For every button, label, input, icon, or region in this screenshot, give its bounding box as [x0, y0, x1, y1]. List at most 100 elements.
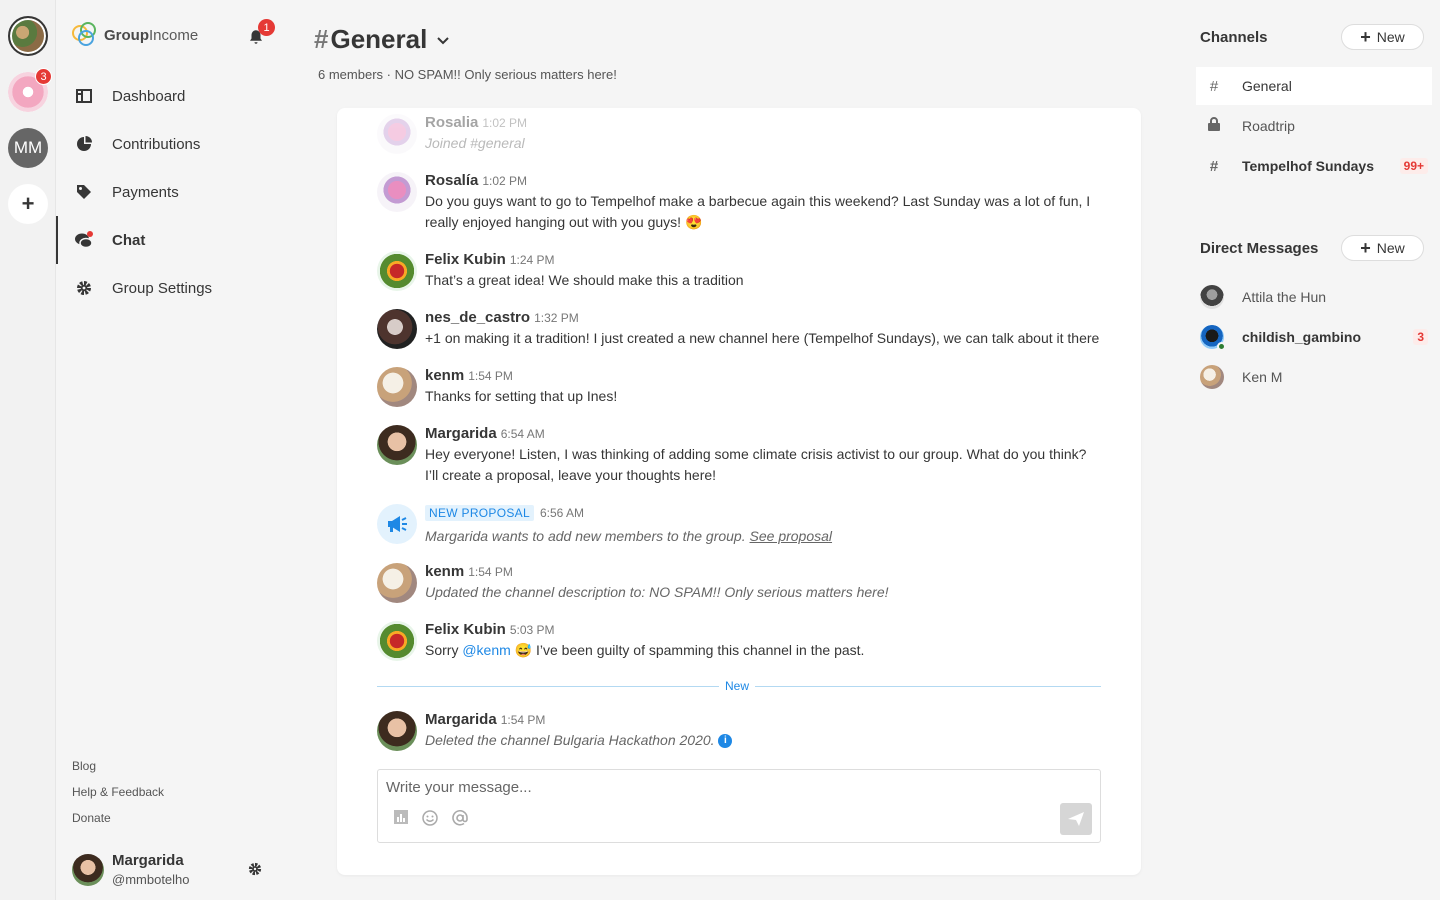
poll-icon[interactable]: [394, 810, 408, 830]
message-text: Do you guys want to go to Tempelhof make…: [425, 193, 1091, 230]
app-logo[interactable]: GroupIncome: [72, 22, 198, 48]
plus-icon: +: [1360, 27, 1371, 47]
avatar: [377, 172, 417, 212]
timestamp: 6:56 AM: [539, 506, 584, 520]
timestamp: 1:24 PM: [509, 253, 555, 267]
see-proposal-link[interactable]: See proposal: [750, 528, 833, 544]
user-settings-gear-icon[interactable]: [248, 862, 262, 876]
blog-link[interactable]: Blog: [72, 759, 96, 773]
user-name: Margarida: [112, 852, 184, 869]
info-icon[interactable]: i: [718, 734, 733, 749]
avatar: [377, 251, 417, 291]
avatar: [377, 425, 417, 465]
new-channel-label: New: [1376, 29, 1405, 45]
timestamp: 1:02 PM: [482, 116, 528, 130]
author-name: Margarida: [425, 425, 497, 442]
add-group-button[interactable]: +: [8, 184, 48, 224]
dm-item-attila[interactable]: Attila the Hun: [1196, 278, 1432, 316]
help-feedback-link[interactable]: Help & Feedback: [72, 785, 164, 799]
channel-title[interactable]: # General: [314, 24, 450, 55]
message-text: Hey everyone! Listen, I was thinking of …: [425, 446, 1087, 483]
chevron-down-icon[interactable]: [437, 32, 450, 48]
new-channel-button[interactable]: + New: [1341, 24, 1424, 50]
channel-label: Roadtrip: [1242, 118, 1295, 134]
message-text: 😅 I’ve been guilty of spamming this chan…: [514, 642, 865, 658]
unread-badge: 3: [1413, 329, 1428, 345]
channels-heading: Channels: [1200, 29, 1268, 46]
message-item: nes_de_castro 1:32 PM +1 on making it a t…: [377, 309, 1101, 349]
group-avatar-mm[interactable]: MM: [8, 128, 48, 168]
timestamp: 1:54 PM: [468, 565, 513, 579]
message-text: +1 on making it a tradition! I just crea…: [425, 330, 1100, 346]
author-name: Rosalía: [425, 172, 479, 189]
nav-item-chat[interactable]: Chat: [72, 222, 282, 258]
message-item: Margarida 6:54 AM Hey everyone! Listen, I…: [377, 425, 1101, 486]
donate-link[interactable]: Donate: [72, 811, 111, 825]
avatar: [377, 309, 417, 349]
author-name: kenm: [425, 367, 465, 384]
channel-item-tempelhof-sundays[interactable]: # Tempelhof Sundays 99+: [1196, 147, 1432, 185]
current-user[interactable]: Margarida @mmbotelho: [72, 852, 190, 887]
nav-item-group-settings[interactable]: Group Settings: [72, 270, 282, 306]
timestamp: 1:54 PM: [500, 713, 546, 727]
plus-icon: +: [1360, 238, 1371, 258]
group-avatar-current[interactable]: [8, 16, 48, 56]
message-text: Sorry: [425, 642, 459, 658]
nav-item-dashboard[interactable]: Dashboard: [72, 78, 282, 114]
proposal-notification: NEW PROPOSAL 6:56 AM Margarida wants to a…: [377, 504, 1101, 547]
group-avatar-donut[interactable]: 3: [8, 68, 52, 112]
nav-item-contributions[interactable]: Contributions: [72, 126, 282, 162]
chat-icon: [72, 231, 96, 249]
message-text: That’s a great idea! We should make this…: [425, 272, 744, 288]
user-mention[interactable]: @kenm: [462, 642, 510, 658]
message-text: Thanks for setting that up Ines!: [425, 388, 618, 404]
nav-item-payments[interactable]: Payments: [72, 174, 282, 210]
tag-icon: [72, 184, 96, 200]
hash-icon: #: [1209, 157, 1219, 175]
active-indicator: [56, 216, 58, 264]
channel-item-general[interactable]: # General: [1196, 67, 1432, 105]
avatar: [377, 114, 417, 154]
mention-icon[interactable]: [452, 810, 468, 830]
notification-badge: 1: [258, 19, 275, 36]
message-item: kenm 1:54 PM Updated the channel descript…: [377, 563, 1101, 603]
nav-label: Chat: [112, 231, 146, 249]
channel-item-roadtrip[interactable]: Roadtrip: [1196, 107, 1432, 145]
timestamp: 5:03 PM: [509, 623, 555, 637]
message-item: Felix Kubin 1:24 PM That’s a great idea! …: [377, 251, 1101, 291]
hash-icon: #: [1209, 77, 1219, 95]
new-proposal-tag: NEW PROPOSAL: [425, 505, 534, 521]
dm-label: Ken M: [1242, 369, 1283, 385]
avatar: [72, 853, 104, 886]
online-status-dot: [1217, 342, 1226, 351]
message-input[interactable]: Write your message...: [386, 779, 532, 796]
timestamp: 6:54 AM: [500, 427, 545, 441]
author-name: Felix Kubin: [425, 251, 506, 268]
message-item: kenm 1:54 PM Thanks for setting that up I…: [377, 367, 1101, 407]
message-text: Updated the channel description to: NO S…: [425, 584, 889, 600]
emoji-icon[interactable]: [422, 810, 438, 830]
timestamp: 1:54 PM: [468, 369, 513, 383]
lock-icon: [1206, 117, 1222, 135]
dm-item-ken-m[interactable]: Ken M: [1196, 358, 1432, 396]
author-name: Margarida: [425, 711, 497, 728]
author-name: Rosalia: [425, 114, 479, 131]
hash-icon: #: [314, 24, 329, 54]
dm-item-childish-gambino[interactable]: childish_gambino 3: [1196, 318, 1432, 356]
dm-label: childish_gambino: [1242, 329, 1362, 345]
avatar: [1200, 285, 1224, 309]
avatar: [1200, 325, 1226, 351]
new-dm-button[interactable]: + New: [1341, 235, 1424, 261]
logo-icon: [72, 22, 98, 48]
send-button[interactable]: [1060, 803, 1092, 835]
group-unread-badge: 3: [35, 68, 52, 85]
avatar: [1200, 365, 1224, 389]
logo-text-group: Group: [104, 26, 149, 44]
user-handle: @mmbotelho: [112, 872, 190, 887]
nav-label: Contributions: [112, 135, 201, 153]
dashboard-icon: [72, 89, 96, 103]
avatar: [377, 367, 417, 407]
avatar: [377, 563, 417, 603]
channel-label: General: [1242, 78, 1292, 94]
message-composer[interactable]: Write your message...: [377, 769, 1101, 843]
